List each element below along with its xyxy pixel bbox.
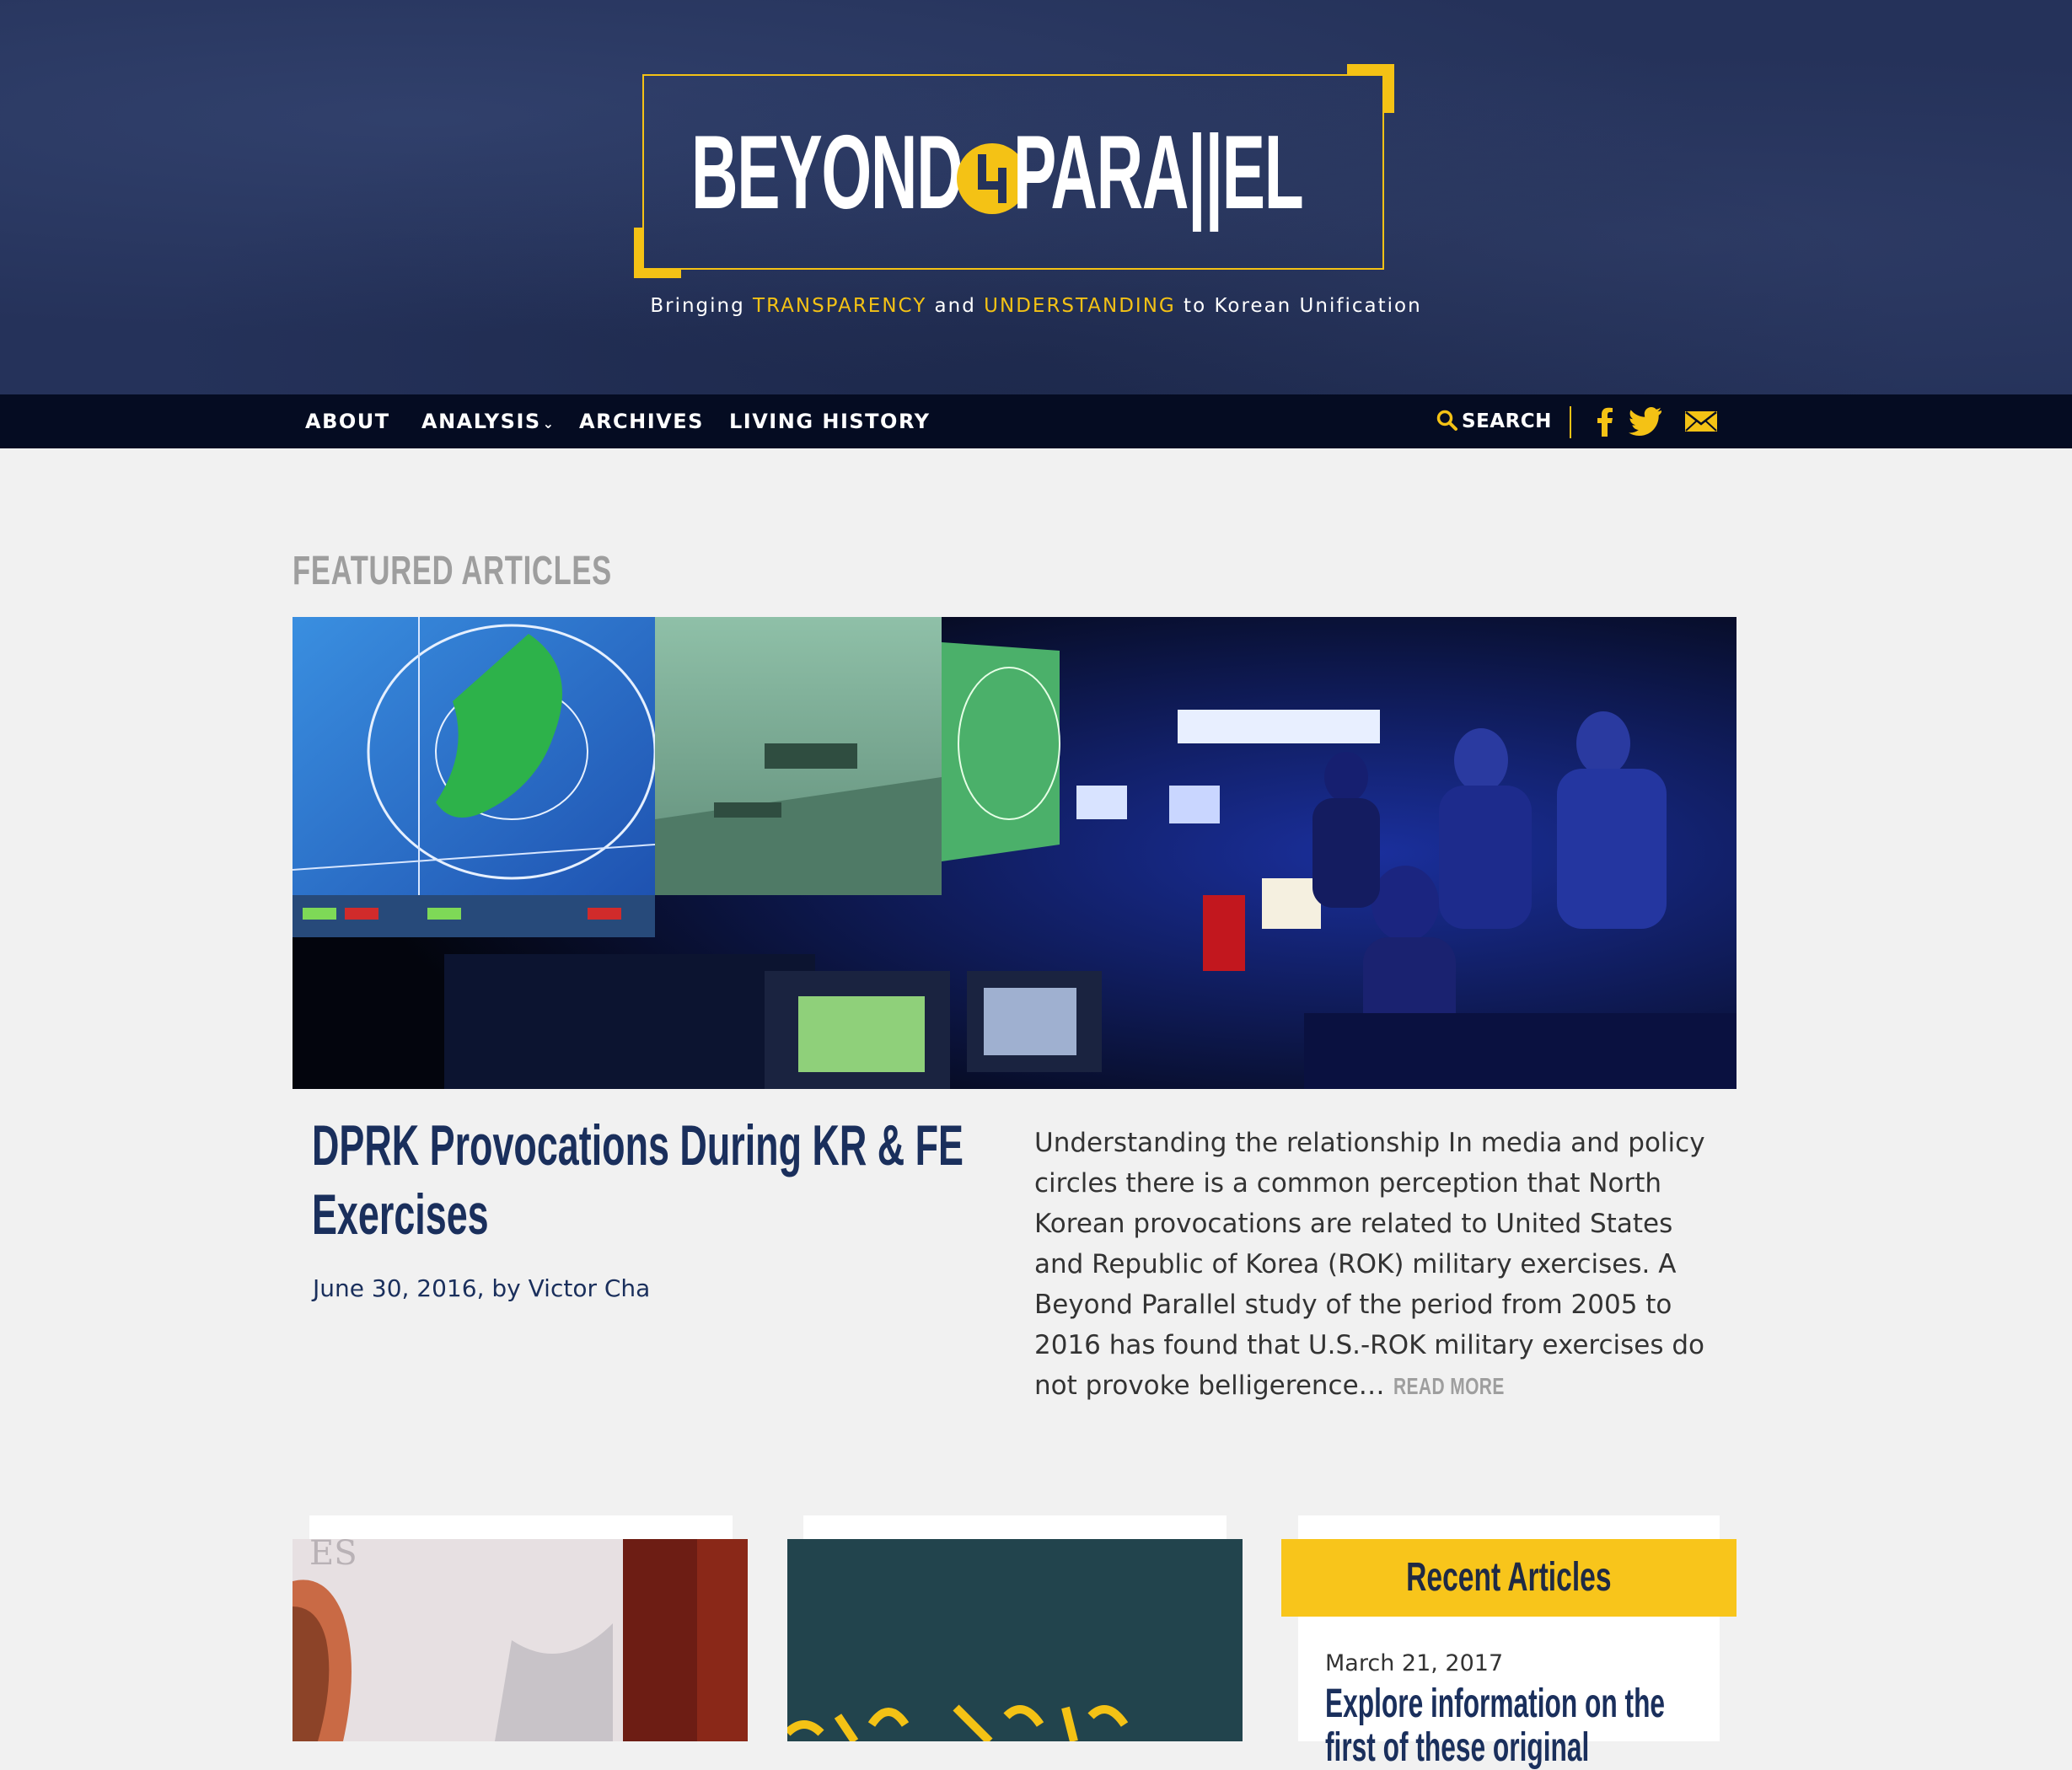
search-button[interactable]: SEARCH (1436, 394, 1552, 448)
logo-corner-bottom-left (634, 228, 681, 278)
nav-item-about[interactable]: ABOUT (305, 394, 390, 448)
facebook-icon[interactable] (1596, 406, 1614, 437)
featured-article-date: June 30, 2016 (313, 1274, 477, 1302)
featured-article-by: , by (476, 1274, 529, 1302)
logo-text-beyond[interactable]: BEYOND (691, 110, 964, 236)
nav-item-archives[interactable]: ARCHIVES (579, 394, 704, 448)
svg-text:ES: ES (309, 1539, 357, 1573)
site-header: BEYOND PARA||EL Bringing TRANSPARENCY an… (0, 0, 2072, 394)
recent-article-title[interactable]: Explore information on the first of thes… (1325, 1682, 1681, 1770)
nav-divider (1570, 406, 1571, 438)
nav-item-living-history[interactable]: LIVING HISTORY (729, 394, 931, 448)
logo-corner-top-right (1347, 64, 1394, 113)
recent-article-date: March 21, 2017 (1325, 1650, 1504, 1676)
featured-article-author-link[interactable]: Victor Cha (529, 1274, 651, 1302)
featured-article-excerpt: Understanding the relationship In media … (1034, 1123, 1709, 1407)
card-tab (803, 1515, 1227, 1541)
article-card-illustration: ES (293, 1539, 748, 1741)
tagline-mid: and (926, 295, 985, 317)
tagline-suffix: to Korean Unification (1175, 295, 1422, 317)
featured-article-image[interactable] (293, 617, 1737, 1089)
card-tab (1298, 1515, 1720, 1541)
card-tab (309, 1515, 733, 1541)
twitter-icon[interactable] (1629, 406, 1662, 437)
recent-articles-heading: Recent Articles (1406, 1555, 1612, 1600)
logo-text-parallel[interactable]: PARA||EL (1013, 110, 1304, 236)
featured-image-illustration (293, 617, 1737, 1089)
main-nav: ABOUT ANALYSIS ⌄ ARCHIVES LIVING HISTORY … (0, 394, 2072, 448)
featured-articles-heading: FEATURED ARTICLES (293, 549, 612, 593)
featured-article-meta: June 30, 2016, by Victor Cha (313, 1274, 650, 1302)
search-icon (1436, 410, 1457, 431)
nav-item-analysis-label: ANALYSIS (421, 410, 541, 433)
nav-item-analysis[interactable]: ANALYSIS ⌄ (421, 394, 556, 448)
tagline-prefix: Bringing (650, 295, 754, 317)
tagline-highlight-understanding: UNDERSTANDING (984, 295, 1176, 317)
search-label: SEARCH (1462, 410, 1552, 432)
featured-article-title[interactable]: DPRK Provocations During KR & FE Exercis… (312, 1111, 974, 1249)
featured-article-excerpt-text: Understanding the relationship In media … (1034, 1128, 1705, 1401)
mail-icon[interactable] (1684, 406, 1718, 437)
article-card-image[interactable]: ES (293, 1539, 748, 1741)
recent-articles-header: Recent Articles (1281, 1539, 1737, 1617)
read-more-link[interactable]: READ MORE (1393, 1366, 1505, 1407)
chevron-down-icon: ⌄ (542, 416, 556, 432)
site-tagline: Bringing TRANSPARENCY and UNDERSTANDING … (506, 295, 1566, 317)
article-card-illustration (787, 1539, 1243, 1741)
tagline-highlight-transparency: TRANSPARENCY (753, 295, 927, 317)
article-card-image[interactable] (787, 1539, 1243, 1741)
